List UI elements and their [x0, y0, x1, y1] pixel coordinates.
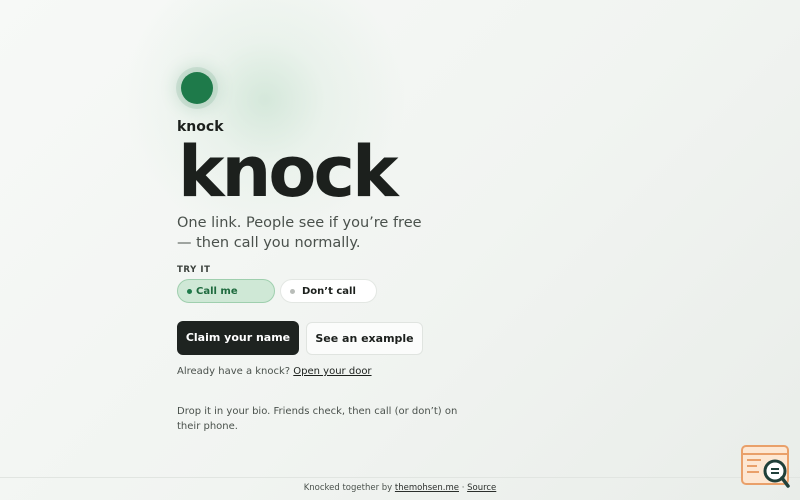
status-dot-icon	[187, 289, 192, 294]
call-me-option[interactable]: Call me	[177, 279, 275, 303]
claim-name-button[interactable]: Claim your name	[177, 321, 299, 355]
see-example-button[interactable]: See an example	[306, 322, 423, 355]
brand-name-hero: knock	[178, 131, 399, 213]
dont-call-option[interactable]: Don’t call	[280, 279, 377, 303]
bio-hint: Drop it in your bio. Friends check, then…	[177, 406, 458, 432]
footer-credit-text: Knocked together by	[303, 483, 393, 493]
footer-separator: ·	[461, 483, 465, 493]
author-link[interactable]: themohsen.me	[395, 483, 459, 493]
login-prompt-text: Already have a knock?	[177, 366, 291, 377]
dont-call-label: Don’t call	[302, 286, 356, 297]
call-me-label: Call me	[196, 286, 238, 297]
status-dot-icon	[290, 289, 295, 294]
open-door-link[interactable]: Open your door	[293, 366, 371, 377]
landing-content: knock knock One link. People see if you’…	[177, 0, 637, 478]
source-link[interactable]: Source	[467, 483, 496, 493]
footer: Knocked together by themohsen.me · Sourc…	[0, 477, 800, 500]
logo-dot-icon	[181, 72, 213, 104]
search-window-icon[interactable]	[741, 444, 791, 490]
try-it-label: TRY IT	[177, 265, 211, 275]
tagline: One link. People see if you’re free — th…	[177, 215, 422, 251]
login-prompt: Already have a knock? Open your door	[177, 366, 372, 377]
